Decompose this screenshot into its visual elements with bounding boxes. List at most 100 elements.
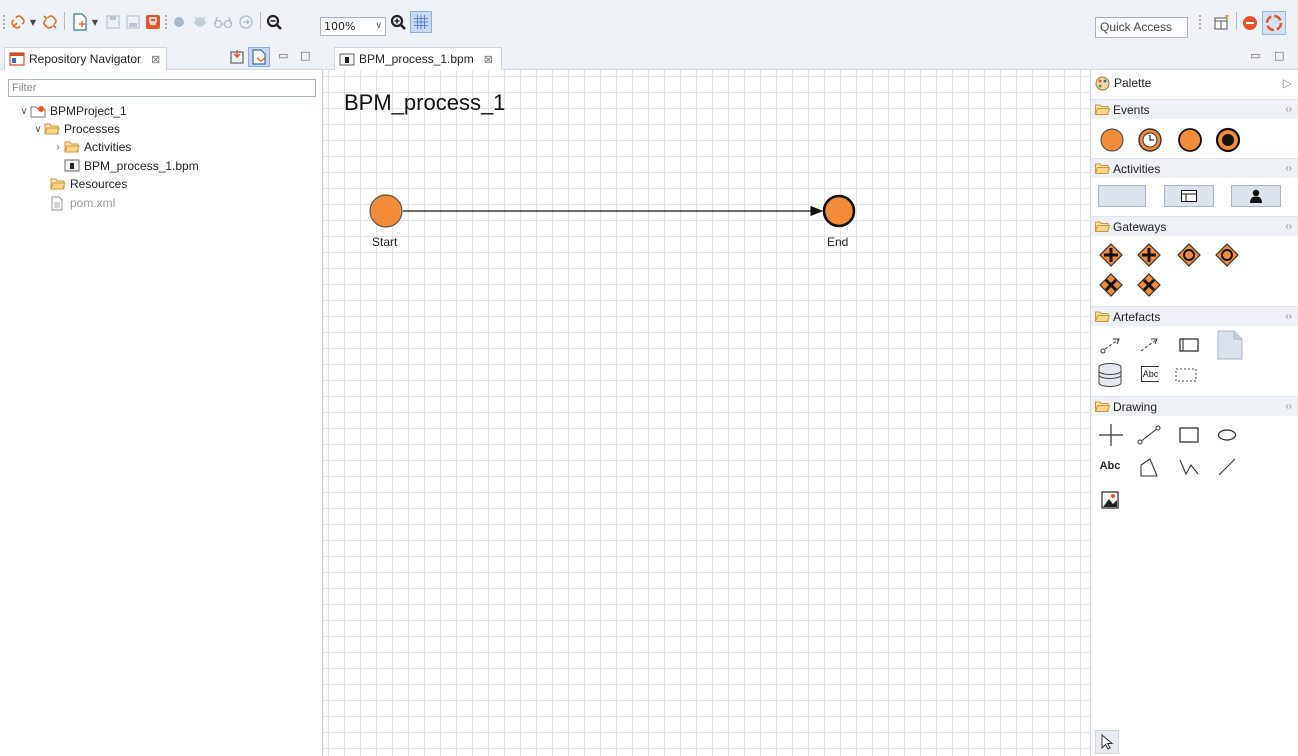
palette-icon (1095, 76, 1110, 90)
diagram-canvas[interactable]: BPM_process_1 Start End (324, 70, 1090, 756)
ellipse-icon[interactable] (1213, 421, 1241, 449)
text-annotation-tool[interactable]: Abc (1135, 362, 1165, 386)
filter-input[interactable]: Filter (8, 79, 316, 97)
service-task-tool[interactable] (1164, 185, 1214, 207)
parallel-gateway-tool[interactable] (1097, 241, 1125, 269)
tree-item-activities[interactable]: › Activities (52, 138, 131, 156)
crosshair-icon[interactable] (1097, 421, 1125, 449)
palette-section-drawing[interactable]: Drawing ‹› (1091, 396, 1298, 416)
toolbar-separator (64, 12, 65, 30)
chevron-down-icon[interactable]: ▼ (28, 14, 38, 30)
tree-item-label: Processes (64, 122, 121, 136)
chevron-right-icon[interactable]: › (52, 142, 64, 153)
zoom-select[interactable]: 100% ∨ (320, 17, 386, 36)
save-all-icon[interactable] (124, 12, 142, 32)
inclusive-gateway-tool[interactable] (1175, 241, 1203, 269)
start-event[interactable] (369, 194, 403, 228)
debug-icon[interactable] (190, 12, 210, 32)
palette-section-artefacts[interactable]: Artefacts ‹› (1091, 306, 1298, 326)
inclusive-gateway-alt-tool[interactable] (1213, 241, 1241, 269)
chevron-down-icon[interactable]: ∨ (32, 124, 44, 135)
line-icon[interactable] (1213, 454, 1241, 480)
tree-item-label: pom.xml (70, 196, 116, 210)
selection-arrow-icon[interactable] (1095, 730, 1119, 754)
maximize-icon[interactable]: □ (300, 49, 310, 62)
chevron-down-icon: ∨ (375, 21, 382, 31)
user-icon (1250, 189, 1262, 203)
connector-icon[interactable] (1135, 421, 1163, 449)
disconnect-icon[interactable] (40, 12, 60, 32)
close-icon[interactable]: ⊠ (484, 53, 493, 66)
collapse-icon[interactable]: ‹› (1285, 401, 1292, 412)
glasses-icon[interactable] (212, 12, 234, 32)
deploy-icon[interactable] (144, 12, 162, 32)
association-icon[interactable] (1135, 332, 1163, 358)
zoom-in-icon[interactable] (388, 12, 408, 32)
main-toolbar: ▼ ▼ 100% ∨ Quick Access (0, 0, 1298, 44)
zoom-out-icon[interactable] (264, 12, 284, 32)
folder-icon (50, 177, 66, 191)
task-tool[interactable] (1098, 185, 1146, 207)
quick-access-input[interactable]: Quick Access (1095, 17, 1188, 38)
palette-section-events[interactable]: Events ‹› (1091, 99, 1298, 119)
parallel-gateway-alt-tool[interactable] (1135, 241, 1163, 269)
tab-bpm-process[interactable]: BPM_process_1.bpm ⊠ (334, 47, 502, 70)
palette-section-gateways[interactable]: Gateways ‹› (1091, 216, 1298, 236)
palette-section-label: Activities (1113, 161, 1161, 176)
end-event[interactable] (822, 194, 856, 228)
intermediate-event-tool[interactable] (1175, 125, 1205, 155)
tree-item-process-file[interactable]: BPM_process_1.bpm (64, 157, 199, 175)
exclusive-gateway-alt-tool[interactable] (1135, 271, 1163, 299)
data-store-icon[interactable] (1095, 360, 1125, 390)
save-icon[interactable] (104, 12, 122, 32)
minimize-icon[interactable]: ▭ (1250, 49, 1260, 62)
diagram-svg (369, 194, 856, 228)
link-with-editor-icon[interactable] (248, 47, 270, 67)
connect-icon[interactable] (8, 12, 28, 32)
editor-tab-label: BPM_process_1.bpm (359, 52, 474, 66)
tree-item-resources[interactable]: Resources (50, 175, 127, 193)
polyline-icon[interactable] (1175, 454, 1203, 480)
message-flow-icon[interactable] (1097, 332, 1125, 358)
palette-section-label: Drawing (1113, 399, 1158, 414)
document-icon[interactable] (1213, 328, 1247, 362)
tree-item-processes[interactable]: ∨ Processes (32, 120, 120, 138)
open-perspective-icon[interactable] (1212, 13, 1232, 33)
chevron-down-icon[interactable]: ▼ (90, 14, 100, 30)
collapse-icon[interactable]: ‹› (1285, 163, 1292, 174)
polygon-icon[interactable] (1135, 454, 1163, 480)
terminate-end-event-tool[interactable] (1213, 125, 1243, 155)
navigator-tab-bar: Repository Navigator ⊠ ▭ □ (0, 44, 323, 70)
bonita-perspective-icon[interactable] (1240, 13, 1260, 33)
exclusive-gateway-tool[interactable] (1097, 271, 1125, 299)
tab-repository-navigator[interactable]: Repository Navigator ⊠ (4, 47, 168, 70)
folder-icon (1095, 104, 1110, 115)
start-event-tool[interactable] (1097, 125, 1127, 155)
palette-section-activities[interactable]: Activities ‹› (1091, 158, 1298, 178)
import-icon[interactable] (228, 48, 246, 66)
human-task-tool[interactable] (1231, 185, 1281, 207)
close-icon[interactable]: ⊠ (151, 53, 160, 66)
minimize-icon[interactable]: ▭ (278, 49, 288, 62)
tree-item-project[interactable]: ∨ BPMProject_1 (18, 102, 126, 120)
text-annotation-label: Abc (1140, 366, 1160, 382)
group-icon[interactable] (1171, 364, 1201, 386)
collapse-icon[interactable]: ‹› (1285, 221, 1292, 232)
export-icon[interactable] (236, 12, 256, 32)
image-icon[interactable] (1097, 487, 1123, 513)
chevron-right-icon[interactable]: ▷ (1283, 76, 1292, 90)
start-event-label: Start (372, 235, 398, 249)
collapse-icon[interactable]: ‹› (1285, 311, 1292, 322)
chevron-down-icon[interactable]: ∨ (18, 106, 30, 117)
text-tool[interactable]: Abc (1095, 454, 1125, 478)
tree-item-pom[interactable]: pom.xml (50, 194, 115, 212)
grid-toggle-icon[interactable] (410, 11, 432, 33)
rectangle-icon[interactable] (1175, 421, 1203, 449)
studio-perspective-icon[interactable] (1262, 11, 1286, 35)
new-file-icon[interactable] (70, 12, 90, 32)
annotation-icon[interactable] (1175, 332, 1203, 358)
maximize-icon[interactable]: □ (1274, 49, 1284, 62)
run-icon[interactable] (170, 12, 188, 32)
timer-event-tool[interactable] (1135, 125, 1165, 155)
collapse-icon[interactable]: ‹› (1285, 104, 1292, 115)
